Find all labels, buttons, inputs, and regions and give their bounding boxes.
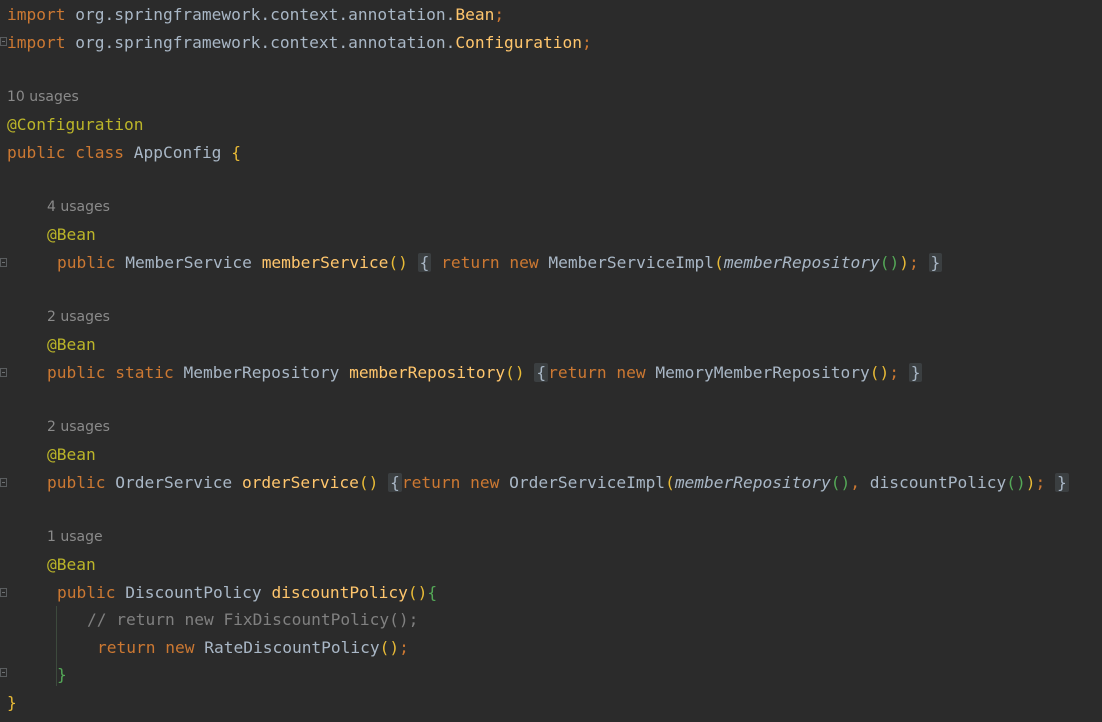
bean-annotation: @Bean: [47, 555, 96, 574]
method-name: memberService: [261, 253, 389, 272]
import-bean-line[interactable]: import org.springframework.context.annot…: [7, 1, 504, 29]
commented-code-line[interactable]: // return new FixDiscountPolicy();: [87, 606, 418, 634]
fold-icon[interactable]: [0, 588, 7, 597]
member-service-method-line[interactable]: public MemberService memberService() { r…: [57, 249, 943, 277]
parens: (): [358, 473, 379, 492]
return-keyword: return: [441, 253, 500, 272]
usages-hint[interactable]: 10 usages: [7, 84, 79, 112]
fold-icon[interactable]: [0, 37, 7, 46]
parens: (): [505, 363, 525, 382]
import-package: org.springframework.context.annotation.: [75, 33, 456, 52]
new-keyword: new: [509, 253, 539, 272]
public-keyword: public: [47, 363, 106, 382]
open-brace: {: [231, 143, 241, 162]
discount-policy-method-line[interactable]: public DiscountPolicy discountPolicy(){: [57, 579, 437, 607]
usages-hint[interactable]: 2 usages: [47, 304, 110, 332]
static-keyword: static: [115, 363, 174, 382]
public-keyword: public: [57, 253, 116, 272]
open-brace: {: [427, 583, 438, 602]
new-keyword: new: [616, 363, 646, 382]
fold-icon[interactable]: [0, 368, 7, 377]
folded-block-close[interactable]: }: [928, 253, 943, 272]
return-type: MemberRepository: [183, 363, 340, 382]
parens: (): [407, 583, 428, 602]
method-name: orderService: [241, 473, 359, 492]
member-repository-method-line[interactable]: public static MemberRepository memberRep…: [47, 359, 923, 387]
class-name: AppConfig: [133, 143, 222, 162]
code-editor[interactable]: import org.springframework.context.annot…: [0, 0, 1102, 722]
fold-icon[interactable]: [0, 478, 7, 487]
order-service-method-line[interactable]: public OrderService orderService() {retu…: [47, 469, 1069, 497]
import-keyword: import: [7, 33, 66, 52]
method-call: memberRepository: [723, 253, 880, 272]
fold-icon[interactable]: [0, 668, 7, 677]
new-keyword: new: [165, 638, 195, 657]
folded-block-open[interactable]: {: [417, 253, 432, 272]
method-name: discountPolicy: [271, 583, 408, 602]
fold-icon[interactable]: [0, 258, 7, 267]
public-keyword: public: [7, 143, 66, 162]
folded-block-close[interactable]: }: [1054, 473, 1069, 492]
folded-block-open[interactable]: {: [534, 363, 549, 382]
return-statement-line[interactable]: return new RateDiscountPolicy();: [97, 634, 409, 662]
method-call: discountPolicy: [869, 473, 1007, 492]
class-declaration-line[interactable]: public class AppConfig {: [7, 139, 241, 167]
public-keyword: public: [57, 583, 116, 602]
import-keyword: import: [7, 5, 66, 24]
return-keyword: return: [548, 363, 607, 382]
method-call: memberRepository: [674, 473, 831, 492]
impl-class: RateDiscountPolicy: [204, 638, 380, 657]
impl-class: MemberServiceImpl: [548, 253, 715, 272]
import-package: org.springframework.context.annotation.: [75, 5, 456, 24]
public-keyword: public: [47, 473, 106, 492]
return-type: DiscountPolicy: [125, 583, 262, 602]
return-keyword: return: [97, 638, 156, 657]
semicolon: ;: [582, 33, 592, 52]
configuration-annotation: @Configuration: [7, 115, 144, 134]
bean-annotation: @Bean: [47, 225, 96, 244]
folded-block-open[interactable]: {: [388, 473, 402, 492]
usages-hint[interactable]: 2 usages: [47, 414, 110, 442]
import-class: Configuration: [455, 33, 583, 52]
return-type: OrderService: [115, 473, 233, 492]
import-configuration-line[interactable]: import org.springframework.context.annot…: [7, 29, 592, 57]
bean-annotation: @Bean: [47, 335, 96, 354]
folded-block-close[interactable]: }: [908, 363, 923, 382]
class-close-brace: }: [7, 693, 17, 712]
impl-class: MemoryMemberRepository: [655, 363, 870, 382]
semicolon: ;: [494, 5, 505, 24]
new-keyword: new: [470, 473, 500, 492]
parens: (): [388, 253, 408, 272]
usages-hint[interactable]: 4 usages: [47, 194, 110, 222]
impl-class: OrderServiceImpl: [509, 473, 666, 492]
usages-hint[interactable]: 1 usage: [47, 524, 103, 552]
method-name: memberRepository: [349, 363, 506, 382]
import-class: Bean: [455, 5, 495, 24]
return-type: MemberService: [125, 253, 252, 272]
close-brace: }: [57, 665, 67, 684]
return-keyword: return: [401, 473, 461, 492]
class-keyword: class: [75, 143, 124, 162]
bean-annotation: @Bean: [47, 445, 96, 464]
